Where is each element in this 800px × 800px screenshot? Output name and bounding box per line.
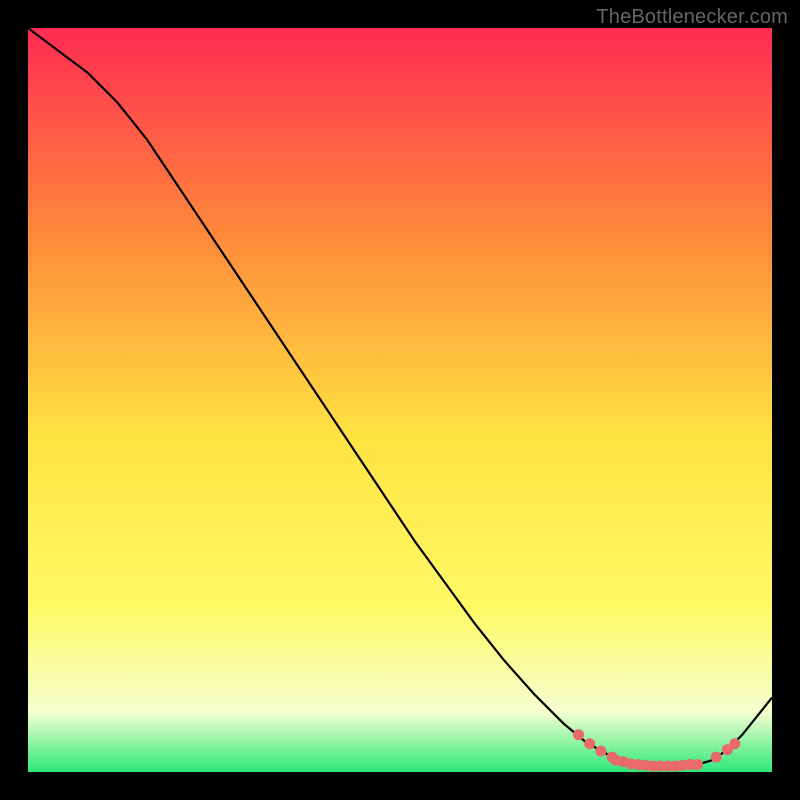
watermark-text: TheBottlenecker.com <box>596 6 788 29</box>
data-dot <box>692 759 703 770</box>
data-dot <box>595 746 606 757</box>
plot-frame <box>28 28 772 772</box>
data-dot <box>573 729 584 740</box>
data-dot <box>584 738 595 749</box>
data-dot <box>711 752 722 763</box>
data-dot <box>729 738 740 749</box>
chart-svg <box>28 28 772 772</box>
gradient-bg <box>28 28 772 772</box>
